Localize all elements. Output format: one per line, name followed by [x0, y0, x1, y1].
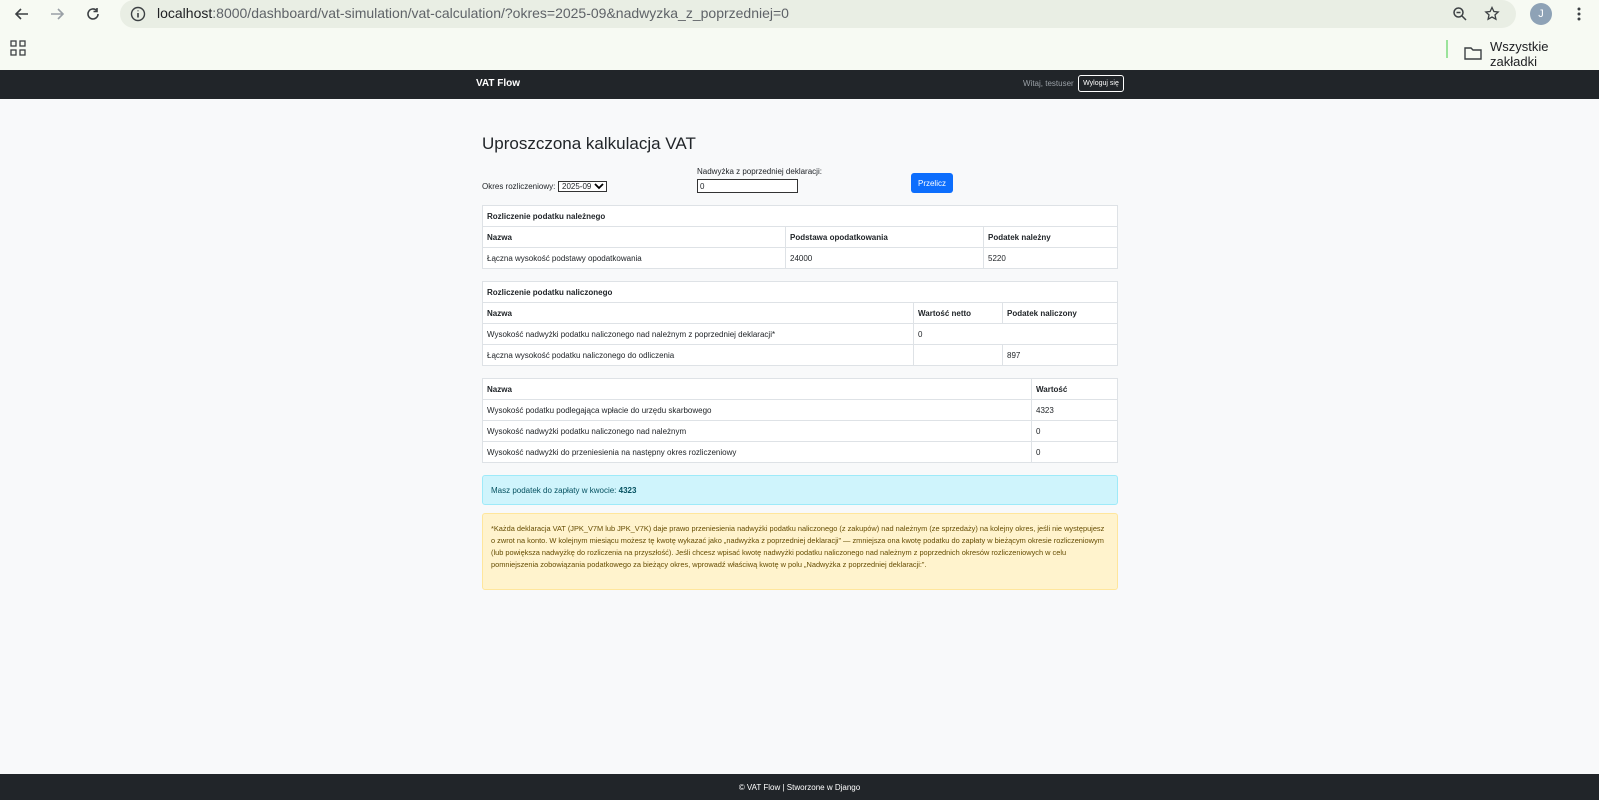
- table-row: Łączna wysokość podatku naliczonego do o…: [482, 344, 1118, 366]
- site-info-icon[interactable]: [128, 4, 148, 24]
- footer-text: © VAT Flow | Stworzone w Django: [738, 782, 861, 792]
- table-cell: 897: [1002, 344, 1118, 366]
- table-cell: 0: [1031, 420, 1118, 442]
- apps-grid-icon[interactable]: [10, 40, 28, 58]
- output-tax-table: Rozliczenie podatku należnego Nazwa Pods…: [482, 205, 1118, 269]
- zoom-icon[interactable]: [1449, 3, 1471, 25]
- reload-icon[interactable]: [82, 3, 104, 25]
- url-text: localhost:8000/dashboard/vat-simulation/…: [157, 5, 789, 21]
- table-cell: 4323: [1031, 399, 1118, 421]
- bookmarks-bar: Wszystkie zakładki: [0, 28, 1599, 70]
- column-header: Wartość: [1031, 378, 1118, 400]
- column-header: Podatek naliczony: [1002, 302, 1118, 324]
- surplus-label: Nadwyżka z poprzedniej deklaracji:: [697, 167, 822, 176]
- table-cell: 24000: [785, 247, 984, 269]
- brand-link[interactable]: VAT Flow: [476, 78, 520, 89]
- table-cell: Wysokość nadwyżki do przeniesienia na na…: [482, 441, 1032, 463]
- column-header: Wartość netto: [913, 302, 1003, 324]
- tax-due-amount: 4323: [618, 486, 637, 495]
- tax-due-alert: Masz podatek do zapłaty w kwocie: 4323: [482, 475, 1118, 505]
- column-header: Podatek należny: [983, 226, 1118, 248]
- profile-avatar[interactable]: J: [1530, 3, 1552, 25]
- chevron-down-icon: [594, 182, 604, 192]
- table-cell: Wysokość nadwyżki podatku naliczonego na…: [482, 323, 914, 345]
- address-bar[interactable]: localhost:8000/dashboard/vat-simulation/…: [120, 0, 1516, 28]
- input-tax-table: Rozliczenie podatku naliczonego Nazwa Wa…: [482, 281, 1118, 366]
- all-bookmarks-button[interactable]: Wszystkie zakładki: [1464, 39, 1599, 69]
- table-cell: Wysokość podatku podlegająca wpłacie do …: [482, 399, 1032, 421]
- app-navbar: VAT Flow Witaj, testuser Wyloguj się: [0, 70, 1599, 99]
- table-cell: Wysokość nadwyżki podatku naliczonego na…: [482, 420, 1032, 442]
- table-header-row: Nazwa Wartość netto Podatek naliczony: [482, 302, 1118, 324]
- all-bookmarks-label: Wszystkie zakładki: [1490, 39, 1549, 69]
- bookmarks-separator: [1446, 40, 1448, 58]
- table-header-row: Nazwa Podstawa opodatkowania Podatek nal…: [482, 226, 1118, 248]
- logout-button[interactable]: Wyloguj się: [1078, 75, 1124, 92]
- period-select[interactable]: 2025-09: [558, 181, 607, 192]
- period-select-value: 2025-09: [562, 182, 592, 191]
- column-header: Nazwa: [482, 378, 1032, 400]
- table-row: Wysokość nadwyżki do przeniesienia na na…: [482, 441, 1118, 463]
- welcome-text: Witaj, testuser: [1023, 79, 1074, 88]
- table-caption-row: Rozliczenie podatku należnego: [482, 205, 1118, 227]
- table-caption: Rozliczenie podatku należnego: [482, 205, 1118, 227]
- tax-due-text: Masz podatek do zapłaty w kwocie:: [491, 486, 619, 495]
- table-cell: 0: [913, 323, 1118, 345]
- page-title: Uproszczona kalkulacja VAT: [482, 134, 696, 153]
- url-path: :8000/dashboard/vat-simulation/vat-calcu…: [212, 5, 789, 21]
- table-caption: Rozliczenie podatku naliczonego: [482, 281, 1118, 303]
- period-label: Okres rozliczeniowy:: [482, 182, 556, 191]
- table-cell: [913, 344, 1003, 366]
- footer: © VAT Flow | Stworzone w Django: [0, 774, 1599, 800]
- column-header: Podstawa opodatkowania: [785, 226, 984, 248]
- table-row: Wysokość nadwyżki podatku naliczonego na…: [482, 420, 1118, 442]
- table-caption-row: Rozliczenie podatku naliczonego: [482, 281, 1118, 303]
- table-cell: 0: [1031, 441, 1118, 463]
- url-host: localhost: [157, 5, 213, 21]
- surplus-input[interactable]: 0: [697, 179, 798, 193]
- column-header: Nazwa: [482, 226, 786, 248]
- bookmark-star-icon[interactable]: [1481, 3, 1503, 25]
- forward-arrow-icon[interactable]: [46, 3, 68, 25]
- browser-toolbar: localhost:8000/dashboard/vat-simulation/…: [0, 0, 1599, 28]
- recalculate-button[interactable]: Przelicz: [911, 173, 953, 193]
- surplus-info-alert: *Każda deklaracja VAT (JPK_V7M lub JPK_V…: [482, 513, 1118, 590]
- summary-table: Nazwa Wartość Wysokość podatku podlegają…: [482, 378, 1118, 463]
- table-row: Wysokość podatku podlegająca wpłacie do …: [482, 399, 1118, 421]
- table-cell: Łączna wysokość podstawy opodatkowania: [482, 247, 786, 269]
- menu-kebab-icon[interactable]: [1568, 3, 1590, 25]
- table-cell: Łączna wysokość podatku naliczonego do o…: [482, 344, 914, 366]
- back-arrow-icon[interactable]: [11, 3, 33, 25]
- table-cell: 5220: [983, 247, 1118, 269]
- folder-icon: [1464, 46, 1482, 63]
- table-row: Wysokość nadwyżki podatku naliczonego na…: [482, 323, 1118, 345]
- surplus-info-text: *Każda deklaracja VAT (JPK_V7M lub JPK_V…: [491, 524, 1105, 569]
- table-row: Łączna wysokość podstawy opodatkowania 2…: [482, 247, 1118, 269]
- column-header: Nazwa: [482, 302, 914, 324]
- table-header-row: Nazwa Wartość: [482, 378, 1118, 400]
